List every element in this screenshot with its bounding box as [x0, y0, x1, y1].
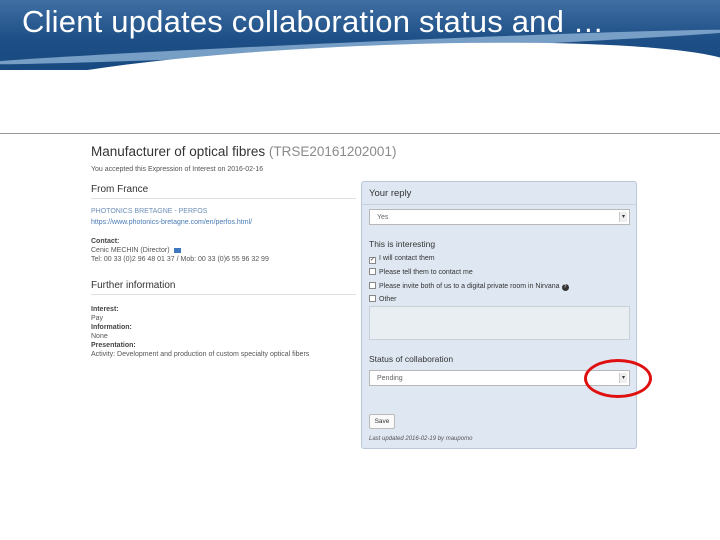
presentation-value: Activity: Development and production of … — [91, 351, 310, 358]
interest-value: Pay — [91, 315, 104, 322]
panel-separator — [362, 204, 636, 205]
company-name: PHOTONICS BRETAGNE - PERFOS — [91, 208, 208, 215]
from-heading: From France — [91, 184, 356, 199]
contact-label: Contact: — [91, 238, 120, 245]
highlight-circle — [584, 359, 652, 398]
option-label: Please tell them to contact me — [379, 269, 473, 276]
company-website-link[interactable]: https://www.photonics-bretagne.com/en/pe… — [91, 218, 356, 227]
option-other[interactable]: Other — [369, 295, 397, 303]
option-contact-them[interactable]: ✓ I will contact them — [369, 255, 435, 264]
opportunity-details: Manufacturer of optical fibres (TRSE2016… — [91, 144, 396, 359]
reply-title: Your reply — [369, 188, 412, 199]
reply-select[interactable]: Yes ▾ — [369, 209, 630, 225]
help-icon[interactable]: ? — [561, 284, 569, 291]
other-textarea[interactable] — [369, 306, 630, 340]
opportunity-title: Manufacturer of optical fibres — [91, 144, 266, 159]
slide-header: Client updates collaboration status and … — [0, 0, 720, 70]
checkbox-icon[interactable] — [369, 268, 376, 275]
accepted-notice: You accepted this Expression of Interest… — [91, 166, 264, 173]
further-heading: Further information — [91, 280, 356, 295]
option-label: Other — [379, 296, 397, 303]
mail-icon[interactable] — [173, 247, 181, 253]
save-button[interactable]: Save — [369, 414, 395, 429]
chevron-down-icon[interactable]: ▾ — [619, 212, 627, 222]
checkbox-icon[interactable] — [369, 295, 376, 302]
option-label: I will contact them — [379, 255, 435, 262]
reply-select-value: Yes — [377, 214, 389, 221]
contact-name: Cenic MECHIN (Director) — [91, 247, 170, 254]
option-contact-me[interactable]: Please tell them to contact me — [369, 268, 473, 276]
status-label: Status of collaboration — [369, 354, 454, 364]
slide-title: Client updates collaboration status and … — [22, 4, 605, 39]
reply-panel: Your reply Yes ▾ This is interesting ✓ I … — [361, 181, 637, 449]
page-title: Manufacturer of optical fibres (TRSE2016… — [91, 144, 396, 159]
checkbox-checked-icon[interactable]: ✓ — [369, 257, 376, 264]
information-label: Information: — [91, 324, 132, 331]
checkbox-icon[interactable] — [369, 282, 376, 289]
contact-phone: Tel: 00 33 (0)2 96 48 01 37 / Mob: 00 33… — [91, 256, 269, 263]
option-label: Please invite both of us to a digital pr… — [379, 283, 560, 290]
last-updated: Last updated 2016-02-19 by maupomo — [369, 436, 473, 442]
interest-label: Interest: — [91, 306, 119, 313]
presentation-label: Presentation: — [91, 342, 136, 349]
interesting-label: This is interesting — [369, 239, 436, 249]
opportunity-reference: (TRSE20161202001) — [268, 144, 397, 159]
screenshot-divider — [0, 133, 720, 134]
option-private-room[interactable]: Please invite both of us to a digital pr… — [369, 282, 569, 291]
contact-row: Cenic MECHIN (Director) — [91, 246, 356, 255]
status-select-value: Pending — [377, 375, 403, 382]
information-value: None — [91, 333, 108, 340]
